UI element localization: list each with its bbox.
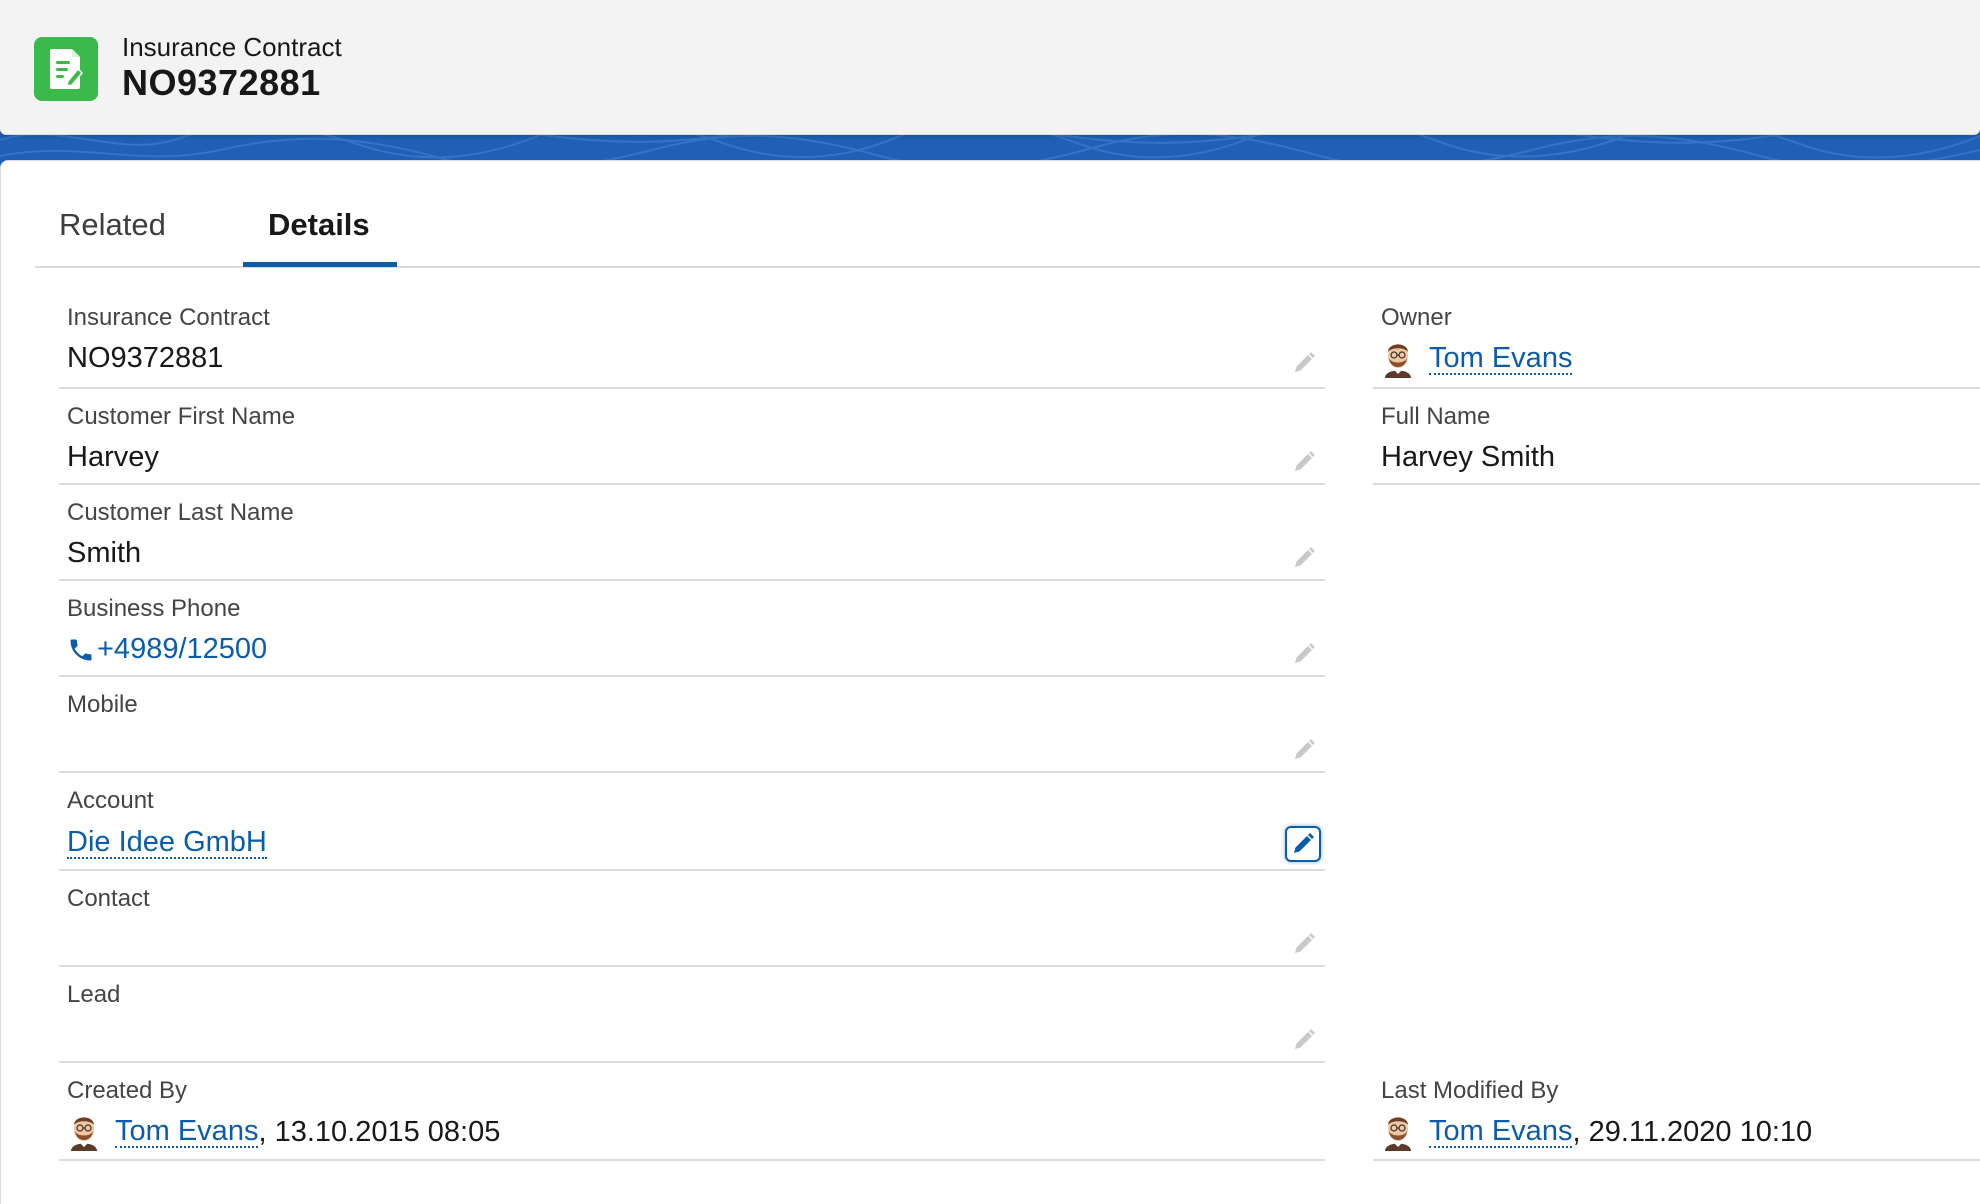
field-value: Harvey [67,441,159,474]
field-business-phone: Business Phone +4989/12500 [59,581,1325,677]
business-phone-link[interactable]: +4989/12500 [97,633,267,666]
full-name-value: Harvey Smith [1381,441,1556,473]
field-mobile: Mobile [59,677,1325,773]
owner-user-link[interactable]: Tom Evans [1429,342,1573,376]
edit-pencil-icon[interactable] [1285,826,1321,862]
account-link[interactable]: Die Idee GmbH [67,827,267,860]
details-card: Related Details Insurance Contract NO937… [0,160,1980,1204]
field-contact: Contact [59,871,1325,967]
record-header: Insurance Contract NO9372881 [0,0,1980,135]
contract-icon [34,37,98,101]
field-value: Die Idee GmbH [67,827,267,860]
edit-pencil-icon[interactable] [1289,735,1319,765]
field-value: Harvey Smith [1381,441,1555,474]
field-label: Customer Last Name [67,499,294,526]
created-by-user-link[interactable]: Tom Evans [115,1115,259,1149]
customer-first-name-value: Harvey [67,441,159,473]
last-modified-by-user-link[interactable]: Tom Evans [1429,1115,1573,1149]
field-label: Lead [67,981,121,1008]
field-insurance-contract: Insurance Contract NO9372881 [59,290,1325,389]
field-value: Tom Evans [1381,340,1573,378]
edit-pencil-icon[interactable] [1289,447,1319,477]
field-last-modified-by: Last Modified By Tom Evans , 29.11.2020 … [1373,1063,1980,1161]
field-created-by: Created By Tom Evans , 13.10.2015 08:05 [59,1063,1325,1161]
field-lead: Lead [59,967,1325,1063]
tab-details[interactable]: Details [268,207,370,243]
user-avatar-icon [1381,1113,1415,1151]
field-label: Account [67,787,154,814]
tab-bar: Related Details [35,161,1980,268]
field-label: Contact [67,885,150,912]
phone-icon [67,636,95,664]
field-customer-first-name: Customer First Name Harvey [59,389,1325,485]
field-value: NO9372881 [67,342,223,375]
field-owner: Owner Tom Evans [1373,290,1980,389]
active-tab-indicator [243,262,397,267]
insurance-contract-value: NO9372881 [67,342,224,374]
edit-pencil-icon[interactable] [1289,639,1319,669]
field-full-name: Full Name Harvey Smith [1373,389,1980,485]
field-value: Smith [67,537,141,570]
edit-pencil-icon[interactable] [1289,1025,1319,1055]
customer-last-name-value: Smith [67,537,142,569]
field-label: Business Phone [67,595,241,622]
field-label: Owner [1381,304,1452,331]
field-value: Tom Evans , 13.10.2015 08:05 [67,1113,500,1151]
field-label: Last Modified By [1381,1077,1559,1104]
user-avatar-icon [1381,340,1415,378]
field-label: Mobile [67,691,138,718]
edit-pencil-icon[interactable] [1289,543,1319,573]
tab-related[interactable]: Related [59,207,166,243]
created-by-timestamp: , 13.10.2015 08:05 [258,1115,501,1148]
edit-pencil-icon[interactable] [1289,929,1319,959]
field-label: Customer First Name [67,403,296,430]
last-modified-timestamp: , 29.11.2020 10:10 [1572,1115,1813,1148]
edit-pencil-icon[interactable] [1289,348,1319,378]
user-avatar-icon [67,1113,101,1151]
field-customer-last-name: Customer Last Name Smith [59,485,1325,581]
field-label: Created By [67,1077,188,1104]
field-value: Tom Evans , 29.11.2020 10:10 [1381,1113,1812,1151]
field-label: Full Name [1381,403,1491,430]
field-value: +4989/12500 [67,633,267,666]
field-label: Insurance Contract [67,304,270,331]
field-account: Account Die Idee GmbH [59,773,1325,871]
object-type-label: Insurance Contract [122,32,342,62]
record-title: NO9372881 [122,62,321,103]
